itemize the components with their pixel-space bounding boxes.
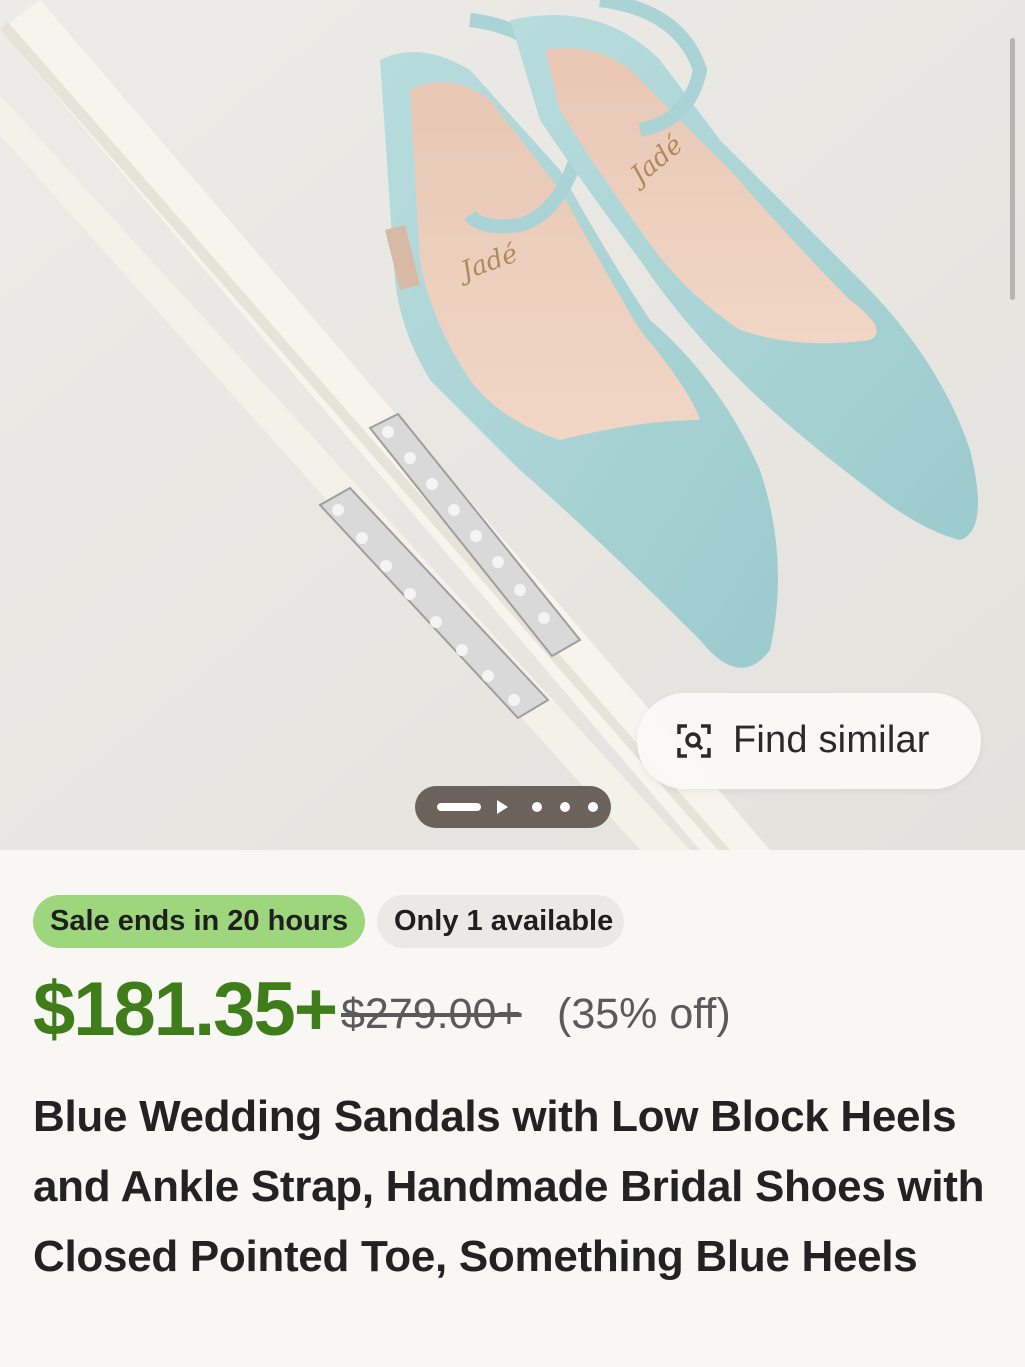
- scrollbar[interactable]: [1010, 38, 1015, 300]
- video-play-icon: [497, 800, 508, 814]
- price-row: $181.35+ $279.00+ (35% off): [33, 966, 993, 1052]
- carousel-active-indicator: [437, 803, 481, 811]
- product-title: Blue Wedding Sandals with Low Block Heel…: [33, 1092, 985, 1281]
- current-price: $181.35+: [33, 967, 338, 1052]
- sale-badge: Sale ends in 20 hours: [33, 895, 365, 948]
- original-price: $279.00+: [341, 990, 522, 1038]
- carousel-indicator[interactable]: [415, 786, 611, 828]
- carousel-dot[interactable]: [532, 802, 542, 812]
- find-similar-label: Find similar: [733, 719, 930, 761]
- product-page: Jadé Jadé Find similar Sale ends in 20 h…: [0, 0, 1025, 1367]
- discount-percent: (35% off): [557, 990, 731, 1038]
- stock-badge: Only 1 available: [377, 895, 624, 948]
- visual-search-icon: [677, 724, 711, 758]
- product-image[interactable]: Jadé Jadé Find similar: [0, 0, 1025, 850]
- find-similar-button[interactable]: Find similar: [637, 693, 981, 789]
- carousel-dot[interactable]: [560, 802, 570, 812]
- carousel-dot[interactable]: [588, 802, 598, 812]
